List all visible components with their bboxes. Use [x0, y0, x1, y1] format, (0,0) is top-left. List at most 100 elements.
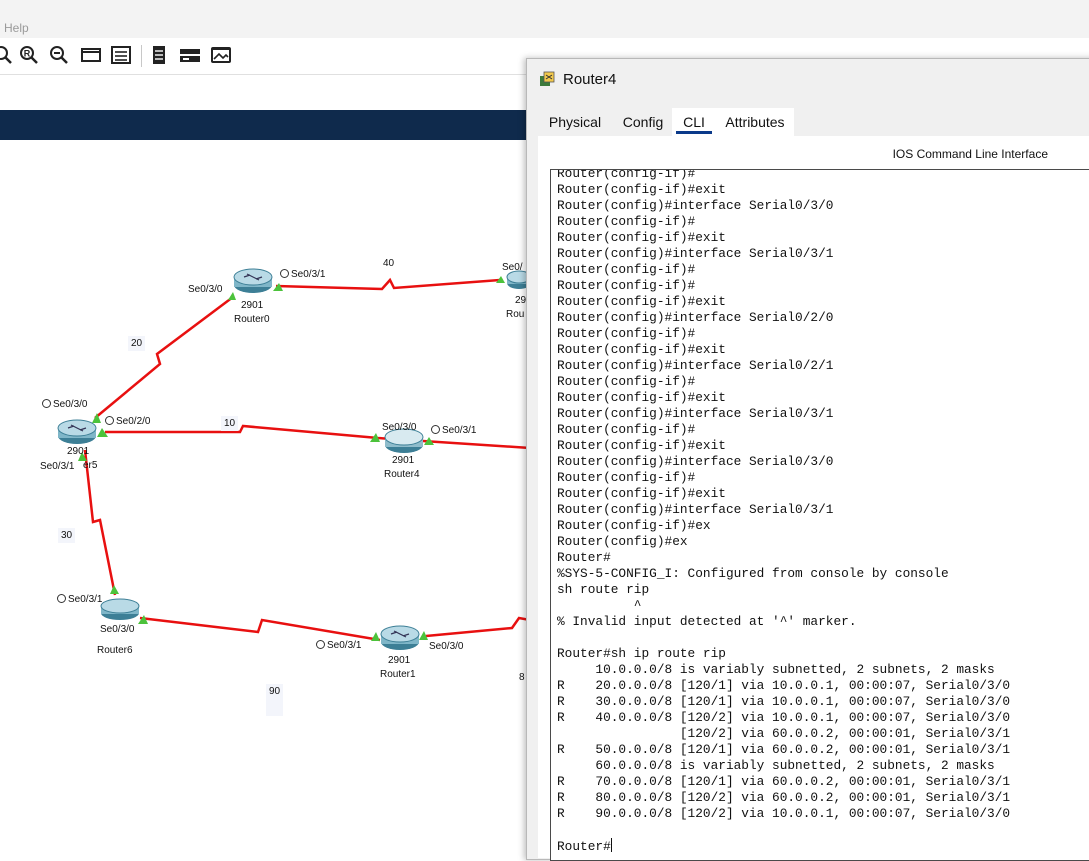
router-icon [100, 598, 140, 620]
console-line: Router(config-if)#exit [557, 438, 726, 453]
console-line: Router(config-if)# [557, 470, 696, 485]
port-label-clock: Se0/3/1 [57, 594, 102, 605]
tab-cli[interactable]: CLI [672, 108, 716, 136]
document-icon[interactable] [148, 44, 170, 66]
console-line: Router(config-if)#exit [557, 390, 726, 405]
link-router1-east [425, 616, 530, 638]
port-label-clock: Se0/2/0 [105, 416, 150, 427]
console-line: R 30.0.0.0/8 [120/1] via 10.0.0.1, 00:00… [557, 694, 1011, 709]
router-name[interactable]: Router0 [234, 314, 270, 325]
console-line: %SYS-5-CONFIG_I: Configured from console… [557, 566, 949, 581]
link-router5-router6 [83, 449, 117, 596]
console-line: Router(config-if)#exit [557, 342, 726, 357]
window-title-bar[interactable]: Router4 [539, 68, 616, 90]
link-number: 90 [266, 684, 284, 716]
router-name[interactable]: er5 [83, 460, 97, 471]
link-endpoint [228, 292, 236, 300]
device-icon[interactable] [179, 44, 201, 66]
clock-icon [316, 640, 325, 649]
console-line: Router(config)#interface Serial0/3/0 [557, 454, 834, 469]
link-number: 40 [383, 258, 395, 269]
console-line: Router# [557, 550, 611, 565]
console-line: Router(config-if)#exit [557, 486, 726, 501]
zoom-icon[interactable] [0, 44, 14, 66]
router-model: 2901 [388, 655, 411, 666]
link-endpoint [371, 632, 380, 641]
console-line: Router(config-if)# [557, 278, 696, 293]
console-line: Router(config-if)#exit [557, 230, 726, 245]
console-line: R 50.0.0.0/8 [120/1] via 60.0.0.2, 00:00… [557, 742, 1011, 757]
router-name[interactable]: Router4 [384, 469, 420, 480]
console-line: R 80.0.0.0/8 [120/2] via 60.0.0.2, 00:00… [557, 790, 1011, 805]
router-name[interactable]: Router6 [97, 645, 133, 656]
console-line: 60.0.0.0/8 is variably subnetted, 2 subn… [557, 758, 995, 773]
zoom-out-icon[interactable] [48, 44, 70, 66]
console-line: R 70.0.0.0/8 [120/1] via 60.0.0.2, 00:00… [557, 774, 1011, 789]
tab-physical[interactable]: Physical [538, 108, 612, 136]
console-line: Router(config)#interface Serial0/3/1 [557, 246, 834, 261]
link-router6-router1 [139, 616, 381, 642]
console-output: Router(config-if)# Router(config-if)#exi… [557, 170, 1011, 854]
port-label: Se0/3/0 [429, 641, 464, 652]
console-line: sh route rip [557, 582, 650, 597]
active-tab-indicator [676, 131, 712, 134]
clock-icon [431, 425, 440, 434]
console-line: Router(config-if)# [557, 422, 696, 437]
tab-attributes[interactable]: Attributes [716, 108, 794, 136]
menu-bar: Help [0, 0, 1089, 38]
console-line: Router(config)#interface Serial0/3/0 [557, 198, 834, 213]
router-icon [57, 419, 97, 444]
console-line: R 40.0.0.0/8 [120/2] via 10.0.0.1, 00:00… [557, 710, 1011, 725]
tab-config[interactable]: Config [614, 108, 672, 136]
router-name[interactable]: Router1 [380, 669, 416, 680]
console-line: [120/2] via 60.0.0.2, 00:00:01, Serial0/… [557, 726, 1011, 741]
router-model: 2901 [241, 300, 264, 311]
router-name[interactable]: Rou [506, 309, 524, 320]
zoom-in-icon[interactable]: R [18, 44, 40, 66]
console-line: Router(config)#interface Serial0/2/0 [557, 310, 834, 325]
svg-text:R: R [24, 49, 31, 59]
window-icon[interactable] [80, 44, 102, 66]
port-label-clock: Se0/3/0 [42, 399, 87, 410]
workspace-header-band [0, 110, 530, 140]
console-line: Router(config-if)#ex [557, 518, 711, 533]
router-icon [380, 625, 420, 650]
port-label-clock: Se0/3/1 [316, 640, 361, 651]
clock-icon [42, 399, 51, 408]
port-label-clock: Se0/3/1 [431, 425, 476, 436]
router-icon [233, 268, 273, 293]
link-endpoint [110, 585, 119, 594]
image-icon[interactable] [210, 44, 232, 66]
port-label: Se0/3/1 [40, 461, 75, 472]
console-line: % Invalid input detected at '^' marker. [557, 614, 857, 629]
console-line: 10.0.0.0/8 is variably subnetted, 2 subn… [557, 662, 995, 677]
router-model: 2901 [67, 446, 90, 457]
link-router0-east [275, 277, 501, 291]
list-icon[interactable] [110, 44, 132, 66]
console-line: Router(config)#interface Serial0/3/1 [557, 502, 834, 517]
cli-panel: IOS Command Line Interface Router(config… [538, 136, 1089, 861]
menu-help[interactable]: Help [4, 21, 29, 35]
network-topology[interactable]: 40 20 10 30 90 8 Se0/3/0 Se0/3/1 2901 Ro… [0, 140, 530, 852]
console-line: Router(config-if)#exit [557, 294, 726, 309]
console-line: R 20.0.0.0/8 [120/1] via 10.0.0.1, 00:00… [557, 678, 1011, 693]
link-router5-router0 [94, 296, 234, 419]
port-label-clock: Se0/3/1 [280, 269, 325, 280]
link-number: 20 [128, 336, 146, 351]
port-label: Se0/3/0 [100, 624, 135, 635]
console-line: Router(config)#interface Serial0/2/1 [557, 358, 834, 373]
window-title: Router4 [563, 70, 617, 88]
port-label: Se0/3/0 [188, 284, 223, 295]
cli-console[interactable]: Router(config-if)# Router(config-if)#exi… [550, 169, 1089, 861]
clock-icon [280, 269, 289, 278]
console-line: Router(config-if)# [557, 326, 696, 341]
clock-icon [57, 594, 66, 603]
port-label: Se0/ [502, 262, 523, 273]
console-line: Router(config-if)# [557, 262, 696, 277]
router-model: 29 [515, 295, 527, 306]
tab-bar: Physical Config CLI Attributes [538, 108, 1089, 136]
console-line: Router(config-if)# [557, 214, 696, 229]
console-line: R 90.0.0.0/8 [120/2] via 10.0.0.1, 00:00… [557, 806, 1011, 821]
console-line: Router(config-if)# [557, 374, 696, 389]
